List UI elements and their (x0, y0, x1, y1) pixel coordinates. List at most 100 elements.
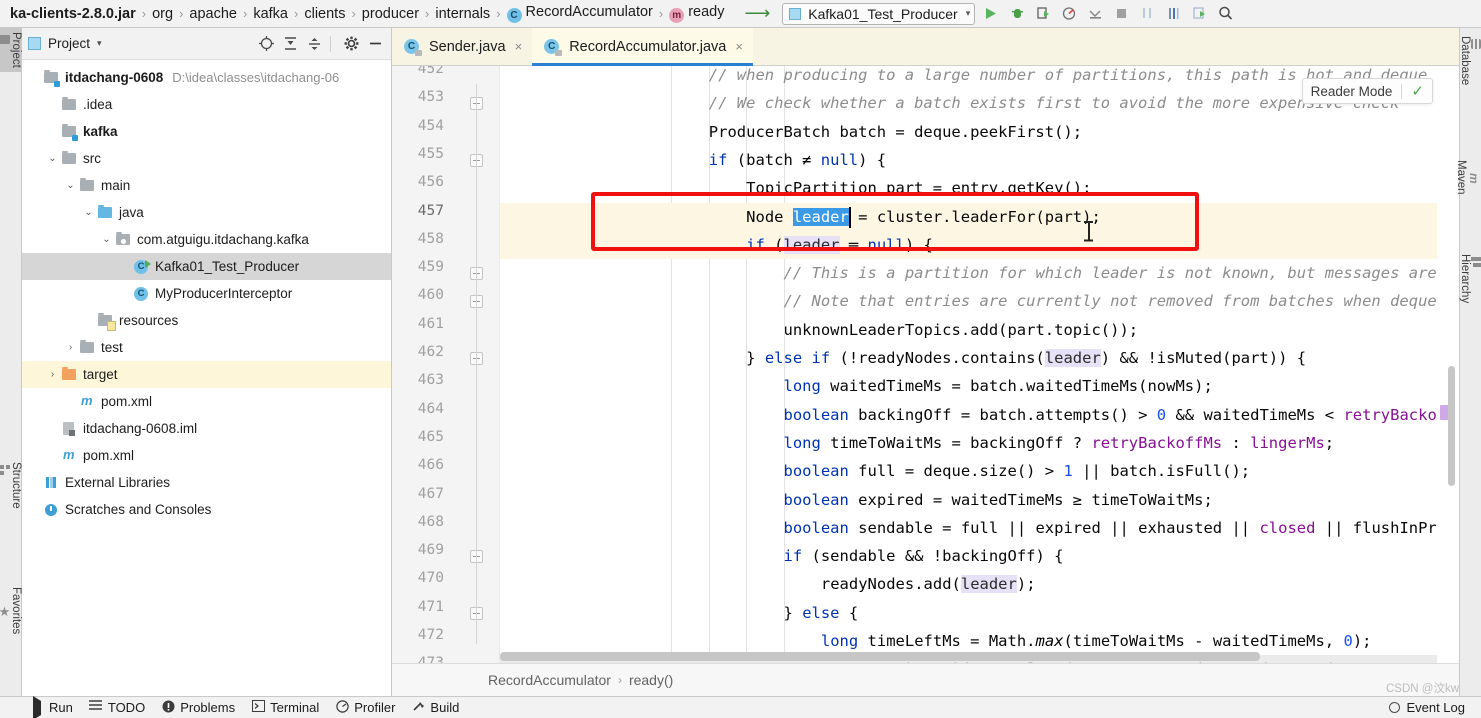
status-bar-label: Run (49, 700, 73, 715)
tree-expand-arrow[interactable]: ⌄ (44, 153, 61, 164)
sidebar-item-maven[interactable]: m Maven (1455, 156, 1481, 199)
tree-item-com-atguigu-itdachang-kafka[interactable]: ⌄ com.atguigu.itdachang.kafka (22, 226, 391, 253)
module-icon (61, 124, 78, 141)
tree-expand-arrow[interactable]: ⌄ (80, 207, 97, 218)
run-tests-icon[interactable] (1191, 5, 1208, 22)
tree-item-label: Scratches and Consoles (65, 502, 212, 517)
status-bar-problems[interactable]: Problems (161, 700, 235, 716)
breadcrumb-item[interactable]: internals (429, 6, 496, 22)
idea-window: ka-clients-2.8.0.jar › org › apache › kafka › cl… (0, 0, 1481, 718)
editor-vertical-scrollbar[interactable] (1448, 366, 1455, 486)
run-with-coverage-icon[interactable] (1035, 5, 1052, 22)
editor-tab-recordaccumulator-java[interactable]: C RecordAccumulator.java × (532, 28, 753, 66)
code-editor[interactable]: 452 453 454 455 456 457 458 459 460 461 462 463 464 4… (392, 66, 1459, 663)
breadcrumb-class[interactable]: RecordAccumulator (488, 672, 611, 688)
resources-icon (97, 313, 116, 331)
editor-tab-sender-java[interactable]: C Sender.java × (392, 28, 532, 65)
tree-item-src[interactable]: ⌄ src (22, 145, 391, 172)
tree-item-pom-xml[interactable]: m pom.xml (22, 388, 391, 415)
tree-item-myproducerinterceptor[interactable]: C MyProducerInterceptor (22, 280, 391, 307)
tree-item-scratches-and-consoles[interactable]: Scratches and Consoles (22, 496, 391, 523)
commit-icon[interactable] (1165, 5, 1182, 22)
tree-item-kafka[interactable]: kafka (22, 118, 391, 145)
breadcrumb-item[interactable]: org (146, 6, 179, 22)
project-tree[interactable]: itdachang-0608 D:\idea\classes\itdachang-… (22, 60, 391, 523)
breadcrumb-item[interactable]: apache (183, 6, 243, 22)
tree-item--idea[interactable]: .idea (22, 91, 391, 118)
tree-item-external-libraries[interactable]: External Libraries (22, 469, 391, 496)
chevron-down-icon[interactable]: ▾ (97, 38, 102, 49)
status-bar-build[interactable]: Build (411, 700, 459, 716)
collapse-all-icon[interactable] (305, 34, 324, 53)
attach-icon[interactable] (1087, 5, 1104, 22)
status-bar-todo[interactable]: TODO (89, 700, 145, 715)
tree-item-label: java (119, 205, 144, 220)
reader-mode-label: Reader Mode (1310, 83, 1393, 99)
sidebar-item-structure[interactable]: Structure (0, 458, 22, 513)
line-number: 454 (417, 117, 444, 134)
close-icon[interactable]: × (735, 39, 743, 54)
git-update-icon[interactable] (1139, 5, 1156, 22)
tree-item-pom-xml[interactable]: m pom.xml (22, 442, 391, 469)
text-caret (848, 206, 851, 228)
code-token: : (1222, 433, 1251, 452)
breadcrumb-item[interactable]: clients (298, 6, 351, 22)
line-number: 456 (417, 174, 444, 191)
debug-icon[interactable] (1009, 5, 1026, 22)
breadcrumb-item[interactable]: producer (356, 6, 425, 22)
close-icon[interactable]: × (515, 39, 523, 54)
code-token: ) && !isMuted(part)) { (1100, 349, 1307, 367)
tree-item-main[interactable]: ⌄ main (22, 172, 391, 199)
tree-expand-arrow[interactable]: ⌄ (98, 234, 115, 245)
editor-horizontal-scrollbar[interactable] (500, 652, 1260, 661)
locate-icon[interactable] (257, 34, 276, 53)
right-tool-window-strip: Database m Maven Hierarchy (1455, 28, 1481, 718)
profile-icon[interactable] (1061, 5, 1078, 22)
build-hammer-icon[interactable]: ⟶ (744, 3, 770, 24)
status-bar-run[interactable]: Run (30, 695, 73, 718)
check-icon[interactable]: ✓ (1411, 82, 1424, 100)
tree-expand-arrow[interactable]: › (62, 342, 79, 353)
search-everywhere-icon[interactable] (1217, 5, 1234, 22)
line-number: 463 (417, 372, 444, 389)
reader-mode-toggle[interactable]: Reader Mode ✓ (1301, 78, 1433, 104)
event-log-button[interactable]: Event Log (1389, 696, 1465, 718)
tree-item-itdachang-0608-iml[interactable]: itdachang-0608.iml (22, 415, 391, 442)
hide-panel-icon[interactable] (366, 34, 385, 53)
tree-item-label: target (83, 367, 118, 382)
chevron-down-icon[interactable]: ▾ (966, 8, 971, 19)
editor-gutter[interactable]: 452 453 454 455 456 457 458 459 460 461 462 463 464 4… (392, 66, 500, 663)
line-number: 472 (417, 627, 444, 643)
sidebar-item-hierarchy[interactable]: Hierarchy (1459, 250, 1481, 307)
gear-icon[interactable] (342, 34, 361, 53)
tree-item-target[interactable]: › target (22, 361, 391, 388)
tree-item-test[interactable]: › test (22, 334, 391, 361)
project-tool-window: Project ▾ itdachang-0608 D:\idea\classes\… (22, 28, 392, 696)
run-icon[interactable] (983, 5, 1000, 22)
run-configuration-selector[interactable]: Kafka01_Test_Producer ▾ (782, 2, 976, 25)
tree-item-label: .idea (83, 97, 113, 112)
sidebar-item-project[interactable]: Project (0, 28, 22, 72)
breadcrumb-item[interactable]: ka-clients-2.8.0.jar (4, 6, 142, 22)
tree-item-resources[interactable]: resources (22, 307, 391, 334)
tree-expand-arrow[interactable]: ⌄ (62, 180, 79, 191)
status-bar-terminal[interactable]: Terminal (251, 700, 319, 715)
breadcrumb-item[interactable]: m ready (663, 4, 730, 23)
indent-guide (671, 66, 673, 663)
breadcrumb-separator: › (617, 673, 622, 687)
stop-icon[interactable] (1113, 5, 1130, 22)
breadcrumb-item[interactable]: C RecordAccumulator (501, 4, 659, 23)
status-bar-profiler[interactable]: Profiler (335, 699, 395, 716)
tree-item-itdachang-0608[interactable]: itdachang-0608 D:\idea\classes\itdachang-… (22, 64, 391, 91)
breadcrumb-item[interactable]: kafka (247, 6, 294, 22)
tree-item-java[interactable]: ⌄ java (22, 199, 391, 226)
sidebar-item-database[interactable]: Database (1459, 32, 1481, 89)
code-line: long timeToWaitMs = backingOff ? retryBa… (784, 429, 1335, 457)
tree-item-kafka01-test-producer[interactable]: C Kafka01_Test_Producer (22, 253, 391, 280)
code-text[interactable]: // when producing to a large number of p… (500, 66, 1437, 663)
breadcrumb-method[interactable]: ready() (629, 672, 673, 688)
tree-expand-arrow[interactable]: › (44, 369, 61, 380)
java-class-icon: C (404, 38, 422, 56)
sidebar-item-favorites[interactable]: Favorites ★ (0, 583, 22, 638)
expand-all-icon[interactable] (281, 34, 300, 53)
